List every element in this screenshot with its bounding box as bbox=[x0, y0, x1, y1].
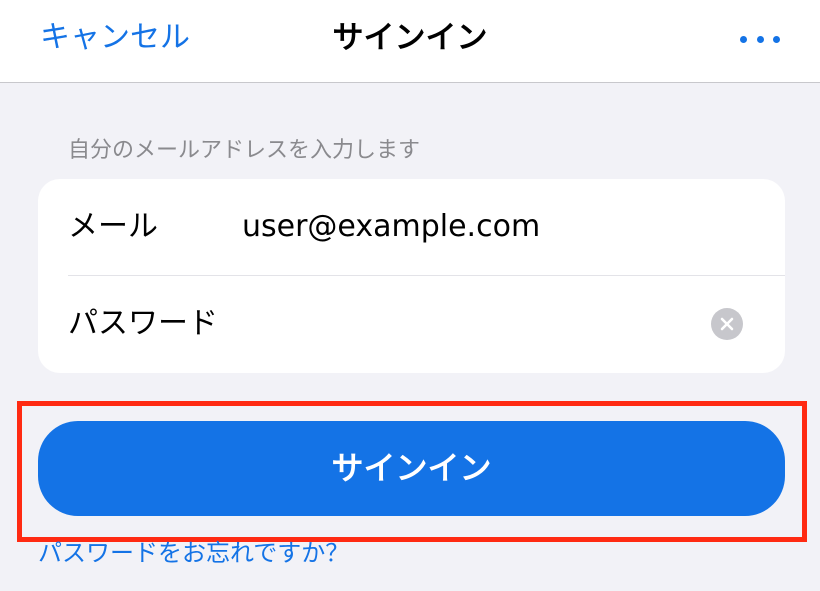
page-title: サインイン bbox=[332, 20, 488, 56]
more-horizontal-icon bbox=[773, 35, 780, 43]
sign-in-button[interactable]: サインイン bbox=[38, 421, 785, 516]
more-horizontal-icon bbox=[756, 35, 764, 43]
password-row[interactable]: パスワード bbox=[38, 276, 785, 372]
more-button[interactable] bbox=[740, 24, 780, 54]
email-row[interactable]: メール user@example.com bbox=[38, 179, 785, 275]
clear-circle-icon[interactable] bbox=[711, 308, 743, 340]
credentials-card: メール user@example.com パスワード bbox=[38, 179, 785, 373]
more-horizontal-icon bbox=[740, 35, 747, 43]
navigation-bar: キャンセル サインイン bbox=[0, 0, 820, 83]
password-label: パスワード bbox=[68, 306, 218, 341]
email-label: メール bbox=[68, 209, 158, 244]
password-field[interactable] bbox=[242, 304, 702, 344]
section-header: 自分のメールアドレスを入力します bbox=[68, 138, 421, 163]
email-field[interactable]: user@example.com bbox=[242, 207, 702, 247]
forgot-password-link[interactable]: パスワードをお忘れですか？ bbox=[38, 537, 349, 569]
